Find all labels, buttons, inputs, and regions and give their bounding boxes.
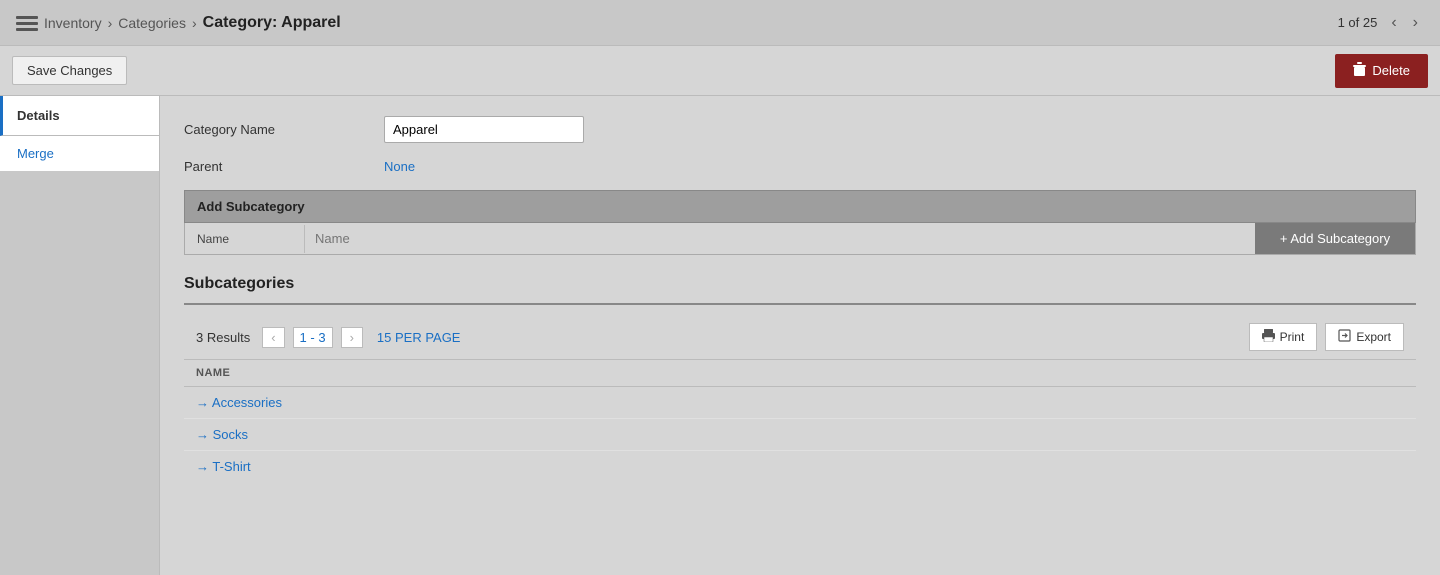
list-item: → Socks xyxy=(184,419,1416,451)
delete-button[interactable]: Delete xyxy=(1335,54,1428,88)
prev-page-button[interactable]: ‹ xyxy=(1385,12,1402,34)
col-name: NAME xyxy=(184,360,1416,387)
sub-prev-button[interactable]: ‹ xyxy=(262,327,284,348)
add-subcategory-row: Name + Add Subcategory xyxy=(184,223,1416,255)
parent-row: Parent None xyxy=(184,159,1416,174)
add-sub-name-col: Name xyxy=(185,225,305,253)
sub-toolbar-right: Print Export xyxy=(1249,323,1404,351)
toolbar: Save Changes Delete xyxy=(0,46,1440,96)
category-name-input[interactable] xyxy=(384,116,584,143)
pagination-nav: 1 of 25 ‹ › xyxy=(1338,12,1424,34)
breadcrumb: Inventory › Categories › Category: Appar… xyxy=(16,14,341,32)
export-button[interactable]: Export xyxy=(1325,323,1404,351)
top-nav: Inventory › Categories › Category: Appar… xyxy=(0,0,1440,46)
table-row: → T-Shirt xyxy=(184,451,1416,483)
export-icon xyxy=(1338,329,1351,345)
content-area: Category Name Parent None Add Subcategor… xyxy=(160,96,1440,575)
add-subcategory-input[interactable] xyxy=(305,224,1255,253)
sub-toolbar-left: 3 Results ‹ 1 - 3 › 15 PER PAGE xyxy=(196,327,460,348)
print-button[interactable]: Print xyxy=(1249,323,1318,351)
save-changes-button[interactable]: Save Changes xyxy=(12,56,127,85)
per-page[interactable]: 15 PER PAGE xyxy=(377,330,461,345)
add-subcategory-button[interactable]: + Add Subcategory xyxy=(1255,223,1415,254)
list-item: → T-Shirt xyxy=(184,451,1416,483)
subcategories-divider xyxy=(184,303,1416,305)
category-name-label: Category Name xyxy=(184,122,384,137)
print-label: Print xyxy=(1280,330,1305,344)
subcategories-table: NAME → Accessories → Socks → T-Shirt xyxy=(184,360,1416,482)
subcategory-link[interactable]: → Socks xyxy=(196,427,248,442)
breadcrumb-inventory[interactable]: Inventory xyxy=(44,15,102,31)
breadcrumb-categories[interactable]: Categories xyxy=(118,15,186,31)
parent-link[interactable]: None xyxy=(384,159,415,174)
page-range: 1 - 3 xyxy=(293,327,333,348)
table-row: → Accessories xyxy=(184,387,1416,419)
main-layout: Details Merge Category Name Parent None … xyxy=(0,96,1440,575)
subcategory-toolbar: 3 Results ‹ 1 - 3 › 15 PER PAGE xyxy=(184,315,1416,360)
next-page-button[interactable]: › xyxy=(1407,12,1424,34)
print-icon xyxy=(1262,329,1275,345)
add-subcategory-header: Add Subcategory xyxy=(184,190,1416,223)
export-label: Export xyxy=(1356,330,1391,344)
list-item: → Accessories xyxy=(184,387,1416,419)
sidebar: Details Merge xyxy=(0,96,160,575)
breadcrumb-current: Category: Apparel xyxy=(203,14,341,32)
results-count: 3 Results xyxy=(196,330,250,345)
category-name-row: Category Name xyxy=(184,116,1416,143)
sidebar-item-merge[interactable]: Merge xyxy=(0,136,159,171)
parent-label: Parent xyxy=(184,159,384,174)
sub-next-button[interactable]: › xyxy=(341,327,363,348)
subcategory-link[interactable]: → T-Shirt xyxy=(196,459,251,474)
menu-icon xyxy=(16,15,38,31)
subcategory-link[interactable]: → Accessories xyxy=(196,395,282,410)
sidebar-item-details[interactable]: Details xyxy=(0,96,159,136)
delete-label: Delete xyxy=(1372,63,1410,78)
subcategories-title: Subcategories xyxy=(184,275,1416,293)
table-row: → Socks xyxy=(184,419,1416,451)
trash-icon xyxy=(1353,62,1366,80)
page-label: 1 of 25 xyxy=(1338,15,1378,30)
